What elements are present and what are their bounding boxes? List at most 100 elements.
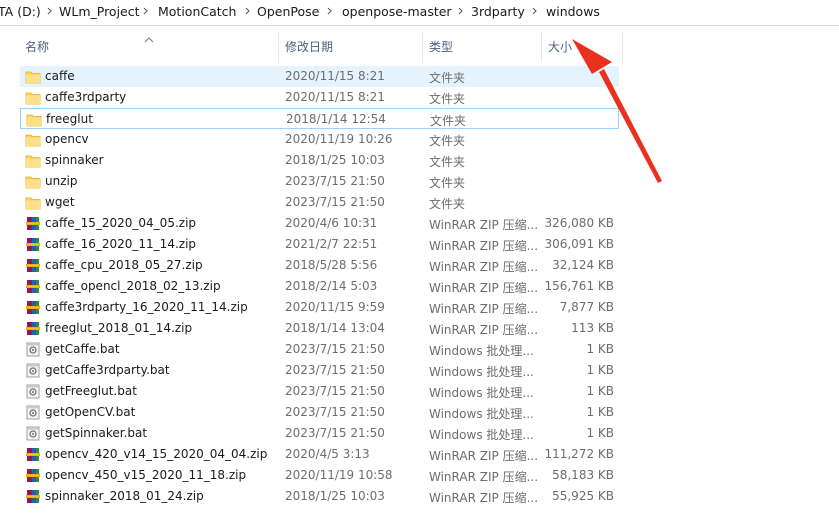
file-row[interactable]: spinnaker_2018_01_24.zip 2018/1/25 10:03 W… (20, 486, 619, 507)
bat-file-icon (25, 384, 41, 399)
file-row[interactable]: caffe_cpu_2018_05_27.zip 2018/5/28 5:56 Wi… (20, 255, 619, 276)
file-date-modified: 2023/7/15 21:50 (285, 363, 385, 377)
chevron-right-icon[interactable] (244, 2, 252, 20)
chevron-right-icon[interactable] (46, 2, 54, 20)
file-type: Windows 批处理... (429, 344, 534, 358)
file-size: 1 KB (586, 384, 614, 398)
file-date-modified: 2023/7/15 21:50 (285, 384, 385, 398)
column-type[interactable]: 类型 (429, 38, 453, 55)
chevron-right-icon[interactable] (457, 2, 465, 20)
file-date-modified: 2023/7/15 21:50 (285, 174, 385, 188)
folder-row[interactable]: unzip 2023/7/15 21:50 文件夹 (20, 171, 619, 192)
file-type: Windows 批处理... (429, 365, 534, 379)
folder-icon (25, 69, 41, 84)
folder-row[interactable]: freeglut 2018/1/14 12:54 文件夹 (20, 108, 619, 129)
file-type: WinRAR ZIP 压缩... (429, 323, 539, 337)
file-date-modified: 2020/11/15 8:21 (285, 69, 385, 83)
column-date-modified[interactable]: 修改日期 (285, 38, 333, 55)
file-row[interactable]: freeglut_2018_01_14.zip 2018/1/14 13:04 Wi… (20, 318, 619, 339)
folder-icon (25, 90, 41, 105)
file-name: spinnaker_2018_01_24.zip (45, 489, 204, 503)
file-name: caffe_15_2020_04_05.zip (45, 216, 197, 230)
folder-row[interactable]: caffe 2020/11/15 8:21 文件夹 (20, 66, 619, 87)
folder-row[interactable]: opencv 2020/11/19 10:26 文件夹 (20, 129, 619, 150)
file-name: freeglut_2018_01_14.zip (45, 321, 193, 335)
file-row[interactable]: caffe_16_2020_11_14.zip 2021/2/7 22:51 Win… (20, 234, 619, 255)
breadcrumb-motioncatch[interactable]: MotionCatch (158, 4, 236, 20)
chevron-right-icon[interactable] (142, 2, 150, 20)
chevron-right-icon[interactable] (531, 2, 539, 20)
file-date-modified: 2023/7/15 21:50 (285, 342, 385, 356)
bat-file-icon (25, 342, 41, 357)
file-name: getSpinnaker.bat (45, 426, 148, 440)
file-name: caffe_opencl_2018_02_13.zip (45, 279, 221, 293)
file-date-modified: 2020/11/15 8:21 (285, 90, 385, 104)
file-date-modified: 2020/11/19 10:58 (285, 468, 393, 482)
folder-row[interactable]: caffe3rdparty 2020/11/15 8:21 文件夹 (20, 87, 619, 108)
file-row[interactable]: getOpenCV.bat 2023/7/15 21:50 Windows 批处理.… (20, 402, 619, 423)
file-row[interactable]: caffe_opencl_2018_02_13.zip 2018/2/14 5:0… (20, 276, 619, 297)
folder-icon (25, 153, 41, 168)
file-size: 326,080 KB (544, 216, 614, 230)
file-size: 58,183 KB (552, 468, 614, 482)
breadcrumb-windows[interactable]: windows (546, 4, 600, 20)
file-row[interactable]: getCaffe.bat 2023/7/15 21:50 Windows 批处理..… (20, 339, 619, 360)
column-name[interactable]: 名称 (25, 38, 49, 55)
file-row[interactable]: opencv_450_v15_2020_11_18.zip 2020/11/19 … (20, 465, 619, 486)
file-type: WinRAR ZIP 压缩... (429, 260, 539, 274)
file-type: 文件夹 (429, 134, 466, 148)
file-type: WinRAR ZIP 压缩... (429, 491, 539, 505)
breadcrumb-drive[interactable]: TA (D:) (0, 4, 41, 20)
file-type: Windows 批处理... (429, 428, 534, 442)
file-type: 文件夹 (429, 92, 466, 106)
file-row[interactable]: caffe_15_2020_04_05.zip 2020/4/6 10:31 Win… (20, 213, 619, 234)
file-type: 文件夹 (429, 71, 466, 85)
column-divider[interactable] (541, 32, 542, 62)
file-type: WinRAR ZIP 压缩... (429, 281, 539, 295)
file-date-modified: 2020/4/6 10:31 (285, 216, 378, 230)
breadcrumb-openpose[interactable]: OpenPose (257, 4, 319, 20)
folder-row[interactable]: spinnaker 2018/1/25 10:03 文件夹 (20, 150, 619, 171)
file-name: caffe_16_2020_11_14.zip (45, 237, 197, 251)
column-size[interactable]: 大小 (548, 38, 572, 55)
bat-file-icon (25, 426, 41, 441)
file-row[interactable]: getFreeglut.bat 2023/7/15 21:50 Windows 批处… (20, 381, 619, 402)
folder-icon (26, 112, 42, 127)
file-name: caffe3rdparty_16_2020_11_14.zip (45, 300, 248, 314)
winrar-zip-icon (25, 279, 41, 294)
winrar-zip-icon (25, 300, 41, 315)
bat-file-icon (25, 363, 41, 378)
file-type: Windows 批处理... (429, 386, 534, 400)
file-row[interactable]: getCaffe3rdparty.bat 2023/7/15 21:50 Windo… (20, 360, 619, 381)
file-name: caffe3rdparty (45, 90, 127, 104)
file-size: 32,124 KB (552, 258, 614, 272)
file-row[interactable]: caffe3rdparty_16_2020_11_14.zip 2020/11/1… (20, 297, 619, 318)
chevron-right-icon[interactable] (326, 2, 334, 20)
breadcrumb-3rdparty[interactable]: 3rdparty (471, 4, 525, 20)
file-date-modified: 2018/1/25 10:03 (285, 489, 385, 503)
address-bar[interactable]: TA (D:) WLm_Project MotionCatch OpenPose… (0, 0, 839, 26)
column-divider[interactable] (278, 32, 279, 62)
winrar-zip-icon (25, 237, 41, 252)
file-date-modified: 2018/1/25 10:03 (285, 153, 385, 167)
breadcrumb-wlm-project[interactable]: WLm_Project (59, 4, 140, 20)
file-size: 306,091 KB (544, 237, 614, 251)
breadcrumb-openpose-master[interactable]: openpose-master (342, 4, 452, 20)
column-divider[interactable] (422, 32, 423, 62)
bat-file-icon (25, 405, 41, 420)
folder-row[interactable]: wget 2023/7/15 21:50 文件夹 (20, 192, 619, 213)
column-divider[interactable] (622, 32, 623, 62)
file-date-modified: 2018/5/28 5:56 (285, 258, 378, 272)
file-date-modified: 2020/11/15 9:59 (285, 300, 385, 314)
file-date-modified: 2018/2/14 5:03 (285, 279, 378, 293)
file-type: WinRAR ZIP 压缩... (429, 218, 539, 232)
winrar-zip-icon (25, 468, 41, 483)
file-name: opencv (45, 132, 89, 146)
file-row[interactable]: opencv_420_v14_15_2020_04_04.zip 2020/4/5… (20, 444, 619, 465)
file-name: getFreeglut.bat (45, 384, 137, 398)
file-size: 7,877 KB (559, 300, 614, 314)
file-type: WinRAR ZIP 压缩... (429, 302, 539, 316)
file-row[interactable]: getSpinnaker.bat 2023/7/15 21:50 Windows 批… (20, 423, 619, 444)
file-name: getCaffe.bat (45, 342, 120, 356)
file-size: 111,272 KB (544, 447, 614, 461)
